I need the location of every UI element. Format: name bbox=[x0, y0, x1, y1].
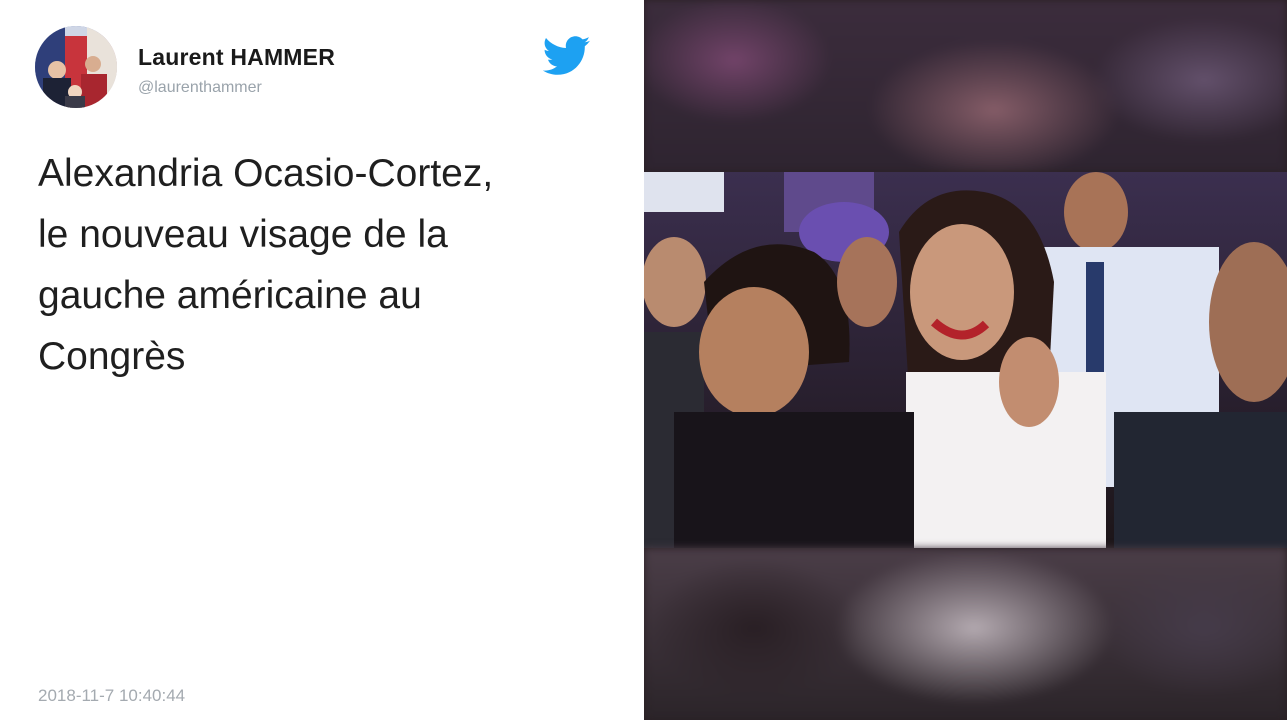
tweet-text: Alexandria Ocasio-Cortez, le nouveau vis… bbox=[38, 152, 494, 378]
video-frame: Laurent HAMMER @laurenthammer Alexandria… bbox=[0, 0, 1287, 720]
blurred-background-bottom bbox=[644, 548, 1287, 720]
tweet-timestamp: 2018-11-7 10:40:44 bbox=[38, 686, 186, 705]
author-handle[interactable]: @laurenthammer bbox=[138, 79, 262, 97]
author-avatar[interactable] bbox=[35, 26, 117, 108]
twitter-bird-icon[interactable] bbox=[543, 36, 591, 76]
author-name[interactable]: Laurent HAMMER bbox=[138, 44, 335, 71]
blurred-background-top bbox=[644, 0, 1287, 172]
media-panel[interactable] bbox=[644, 0, 1287, 720]
avatar-image bbox=[35, 26, 117, 108]
tweet-photo[interactable] bbox=[644, 172, 1287, 548]
crowd-photo bbox=[644, 172, 1287, 548]
tweet-card: Laurent HAMMER @laurenthammer Alexandria… bbox=[0, 0, 644, 720]
